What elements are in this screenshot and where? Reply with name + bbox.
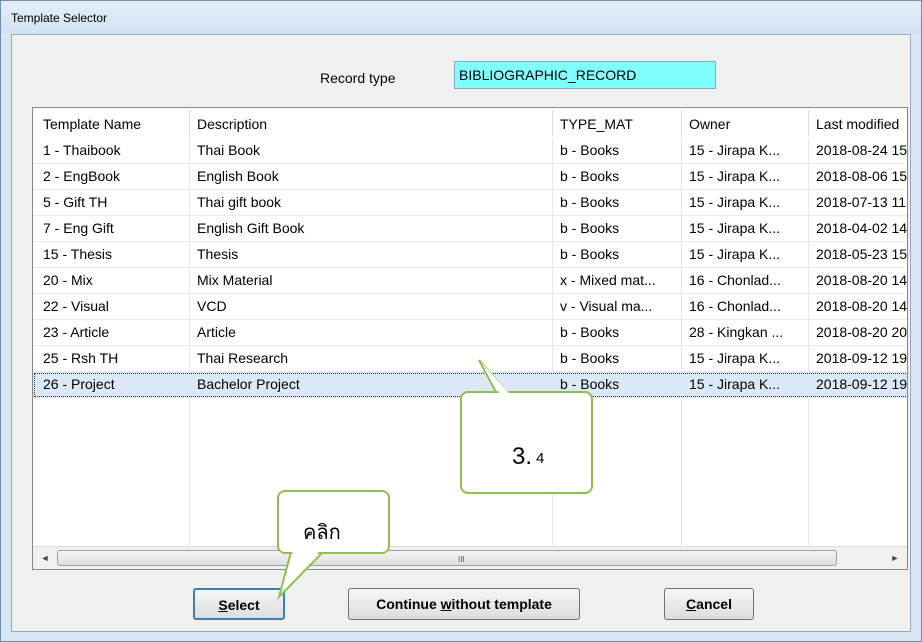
cell-last-modified: 2018-07-13 11: [816, 194, 907, 210]
cell-type-mat: b - Books: [560, 324, 620, 340]
cell-template-name: 1 - Thaibook: [43, 142, 121, 158]
cell-description: Thai Book: [197, 142, 261, 158]
cell-owner: 15 - Jirapa K...: [689, 246, 781, 262]
cell-last-modified: 2018-08-20 14: [816, 298, 908, 314]
cell-template-name: 25 - Rsh TH: [43, 350, 119, 366]
cell-type-mat: b - Books: [560, 350, 620, 366]
cell-template-name: 7 - Eng Gift: [43, 220, 114, 236]
table-row[interactable]: 23 - Article Article b - Books 28 - Kingkan…: [33, 320, 908, 346]
cell-type-mat: b - Books: [560, 376, 620, 392]
cell-description: Mix Material: [197, 272, 273, 288]
cell-owner: 16 - Chonlad...: [689, 272, 781, 288]
select-button[interactable]: Select: [193, 588, 285, 620]
cell-template-name: 23 - Article: [43, 324, 110, 340]
table-row[interactable]: 15 - Thesis Thesis b - Books 15 - Jirapa K.…: [33, 242, 908, 268]
cell-template-name: 26 - Project: [43, 376, 115, 392]
cell-last-modified: 2018-08-24 15: [816, 142, 908, 158]
cell-description: VCD: [197, 298, 227, 314]
cell-owner: 15 - Jirapa K...: [689, 220, 781, 236]
cell-template-name: 22 - Visual: [43, 298, 109, 314]
table-row[interactable]: 20 - Mix Mix Material x - Mixed mat... 16 -…: [33, 268, 908, 294]
cell-type-mat: b - Books: [560, 142, 620, 158]
step-callout-number: 3.: [512, 443, 533, 470]
cell-template-name: 2 - EngBook: [43, 168, 121, 184]
window-title: Template Selector: [1, 1, 921, 33]
cell-template-name: 20 - Mix: [43, 272, 93, 288]
header-type-mat[interactable]: TYPE_MAT: [560, 116, 633, 132]
cell-type-mat: b - Books: [560, 246, 620, 262]
cell-template-name: 5 - Gift TH: [43, 194, 108, 210]
scroll-thumb[interactable]: III: [57, 550, 837, 566]
step-callout-sub: 4: [536, 450, 545, 467]
cell-last-modified: 2018-09-12 19: [816, 350, 908, 366]
header-description[interactable]: Description: [197, 116, 267, 132]
continue-without-template-button[interactable]: Continue without template: [348, 588, 580, 620]
cell-last-modified: 2018-08-20 20: [816, 324, 908, 340]
cell-type-mat: v - Visual ma...: [560, 298, 653, 314]
template-selector-window: Template Selector Record type BIBLIOGRAP…: [0, 0, 922, 642]
cell-owner: 15 - Jirapa K...: [689, 350, 781, 366]
record-type-label: Record type: [320, 70, 396, 86]
cell-owner: 15 - Jirapa K...: [689, 142, 781, 158]
dialog-body: Record type BIBLIOGRAPHIC_RECORD Templat…: [11, 34, 911, 632]
cancel-button[interactable]: Cancel: [664, 588, 754, 620]
cell-last-modified: 2018-08-06 15: [816, 168, 908, 184]
click-callout-text: คลิก: [303, 520, 341, 544]
horizontal-scrollbar[interactable]: ◄ III ►: [33, 546, 907, 569]
cell-owner: 15 - Jirapa K...: [689, 376, 781, 392]
table-row[interactable]: 1 - Thaibook Thai Book b - Books 15 - Jirap…: [33, 138, 908, 164]
scroll-right-icon[interactable]: ►: [885, 547, 905, 569]
cell-type-mat: x - Mixed mat...: [560, 272, 656, 288]
click-callout: คลิก: [277, 490, 390, 554]
cell-type-mat: b - Books: [560, 168, 620, 184]
scroll-left-icon[interactable]: ◄: [35, 547, 55, 569]
cell-description: English Book: [197, 168, 279, 184]
cell-owner: 28 - Kingkan ...: [689, 324, 784, 340]
table-row[interactable]: 7 - Eng Gift English Gift Book b - Books 15…: [33, 216, 908, 242]
header-owner[interactable]: Owner: [689, 116, 730, 132]
cell-last-modified: 2018-05-23 15: [816, 246, 908, 262]
record-type-field[interactable]: BIBLIOGRAPHIC_RECORD: [454, 61, 716, 89]
cell-template-name: 15 - Thesis: [43, 246, 112, 262]
cell-owner: 16 - Chonlad...: [689, 298, 781, 314]
template-table[interactable]: Template Name Description TYPE_MAT Owner…: [32, 107, 908, 570]
cell-owner: 15 - Jirapa K...: [689, 168, 781, 184]
cell-type-mat: b - Books: [560, 194, 620, 210]
cell-last-modified: 2018-04-02 14: [816, 220, 908, 236]
click-callout-tail-cover: [282, 551, 320, 591]
header-template-name[interactable]: Template Name: [43, 116, 141, 132]
scroll-grip-icon: III: [458, 555, 465, 564]
cell-description: Article: [197, 324, 236, 340]
table-row[interactable]: 2 - EngBook English Book b - Books 15 - Jir…: [33, 164, 908, 190]
table-header: Template Name Description TYPE_MAT Owner…: [33, 108, 907, 138]
cell-description: Thesis: [197, 246, 239, 262]
cell-owner: 15 - Jirapa K...: [689, 194, 781, 210]
table-row[interactable]: 22 - Visual VCD v - Visual ma... 16 - Chonl…: [33, 294, 908, 320]
cell-last-modified: 2018-09-12 19: [816, 376, 908, 392]
table-row[interactable]: 5 - Gift TH Thai gift book b - Books 15 - J…: [33, 190, 907, 216]
cell-last-modified: 2018-08-20 14: [816, 272, 908, 288]
cell-description: Thai gift book: [197, 194, 282, 210]
step-callout-tail-cover: [481, 362, 527, 413]
header-last-modified[interactable]: Last modified: [816, 116, 899, 132]
cell-description: English Gift Book: [197, 220, 305, 236]
cell-type-mat: b - Books: [560, 220, 620, 236]
